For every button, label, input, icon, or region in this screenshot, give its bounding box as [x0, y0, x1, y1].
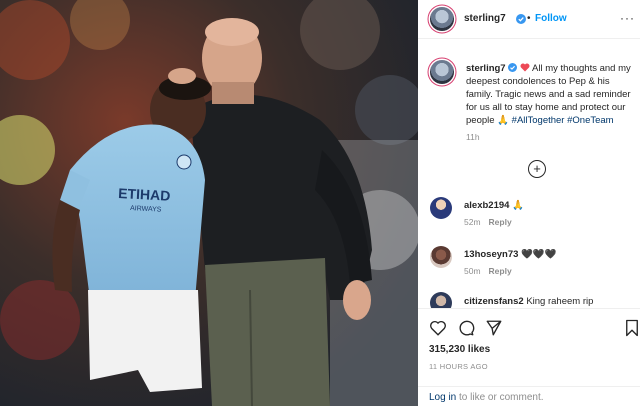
caption-avatar[interactable] [430, 60, 454, 84]
comment-time: 50m [464, 266, 481, 276]
caption-hashtags[interactable]: #AllTogether #OneTeam [512, 115, 614, 126]
comment-username: 13hoseyn73 🖤🖤🖤 [464, 249, 557, 260]
reply-button[interactable]: Reply [489, 266, 512, 276]
comment-text: King raheem rip [526, 296, 594, 307]
praying-hands-icon: 🙏 [497, 115, 510, 126]
comment-username-text[interactable]: citizensfans2 [464, 296, 524, 307]
post-header: sterling7 • Follow ··· [418, 0, 640, 39]
comment-meta: 52m Reply [464, 217, 512, 227]
comment-meta: 50m Reply [464, 266, 512, 276]
caption-time: 11h [466, 132, 480, 142]
author-avatar[interactable] [430, 7, 454, 31]
comment-text: 🖤🖤🖤 [521, 249, 557, 260]
comment-item: alexb2194 🙏 52m Reply [430, 197, 635, 237]
post-panel: sterling7 • Follow ··· sterling7 All my … [418, 0, 640, 407]
comment-username-text[interactable]: 13hoseyn73 [464, 249, 518, 260]
comment-username-text[interactable]: alexb2194 [464, 200, 509, 211]
login-link[interactable]: Log in [429, 392, 456, 403]
login-prompt: Log in to like or comment. [418, 386, 640, 408]
verified-badge-icon [516, 14, 526, 24]
save-bookmark-icon[interactable] [623, 319, 640, 337]
login-prompt-text: Log in to like or comment. [429, 392, 544, 403]
verified-badge-icon [508, 63, 518, 72]
likes-count[interactable]: 315,230 likes [429, 344, 490, 355]
commenter-avatar[interactable] [430, 197, 452, 219]
header-separator: • [527, 13, 531, 24]
like-heart-icon[interactable] [429, 319, 447, 337]
post-timestamp: 11 HOURS AGO [429, 362, 488, 371]
post-image: ETIHAD AIRWAYS [0, 0, 418, 406]
share-icon[interactable] [485, 319, 503, 337]
post-photo: ETIHAD AIRWAYS [0, 0, 418, 406]
commenter-avatar[interactable] [430, 246, 452, 268]
load-more-comments-button[interactable]: + [528, 160, 546, 178]
caption: sterling7 All my thoughts and my deepest… [466, 62, 634, 127]
more-options-icon[interactable]: ··· [620, 11, 635, 25]
svg-text:ETIHAD: ETIHAD [118, 185, 171, 204]
action-bar: 315,230 likes 11 HOURS AGO Log in to lik… [418, 308, 640, 407]
caption-username[interactable]: sterling7 [466, 63, 506, 74]
author-username[interactable]: sterling7 [464, 13, 506, 24]
reply-button[interactable]: Reply [489, 217, 512, 227]
red-heart-icon [520, 63, 530, 72]
comment-username: alexb2194 🙏 [464, 200, 524, 211]
comment-icon[interactable] [457, 319, 475, 337]
comment-time: 52m [464, 217, 481, 227]
comment-text: 🙏 [512, 200, 524, 211]
follow-button[interactable]: Follow [535, 13, 567, 24]
comment-username: citizensfans2 King raheem rip [464, 296, 593, 307]
comment-item: 13hoseyn73 🖤🖤🖤 50m Reply [430, 246, 635, 286]
login-prompt-rest: to like or comment. [456, 392, 544, 403]
